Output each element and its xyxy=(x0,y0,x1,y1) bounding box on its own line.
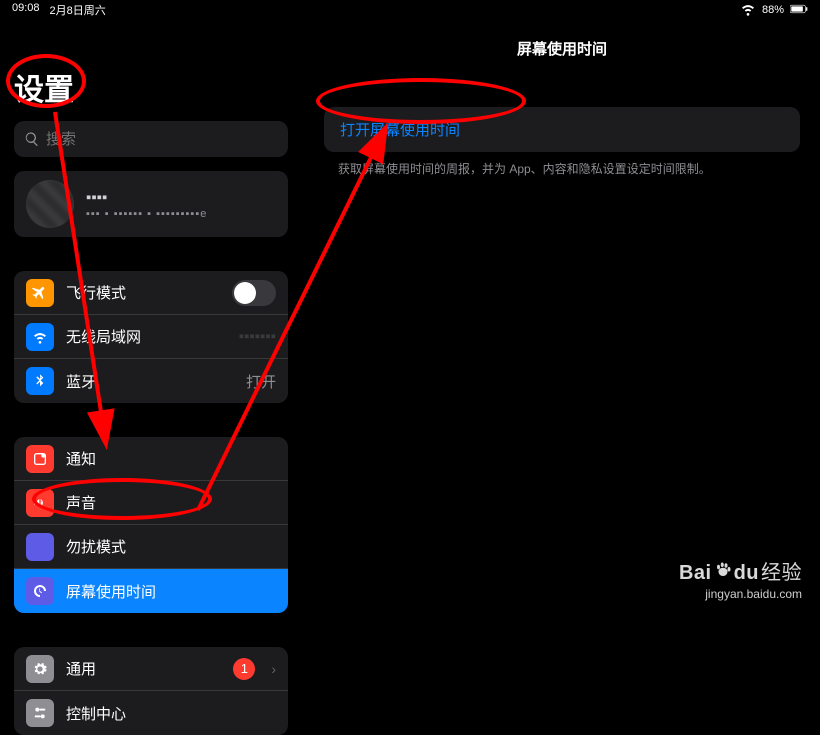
detail-title: 屏幕使用时间 xyxy=(304,20,820,77)
row-bluetooth[interactable]: 蓝牙 打开 xyxy=(14,359,288,403)
account-name: ▪▪▪▪ xyxy=(86,189,207,206)
wifi-settings-icon xyxy=(26,323,54,351)
settings-group-connectivity: 飞行模式 无线局域网 ▪▪▪▪▪▪▪ 蓝牙 打开 xyxy=(14,271,288,403)
row-label: 蓝牙 xyxy=(66,371,234,392)
page-title: 设置 xyxy=(0,20,302,121)
row-dnd[interactable]: 勿扰模式 xyxy=(14,525,288,569)
general-icon xyxy=(26,655,54,683)
row-airplane-mode[interactable]: 飞行模式 xyxy=(14,271,288,315)
status-time: 09:08 xyxy=(12,2,40,18)
account-row[interactable]: ▪▪▪▪ ▪▪▪ ▪ ▪▪▪▪▪▪ ▪ ▪▪▪▪▪▪▪▪▪e xyxy=(14,171,288,237)
watermark: Bai du 经验 jingyan.baidu.com xyxy=(679,556,802,601)
detail-hint: 获取屏幕使用时间的周报，并为 App、内容和隐私设置设定时间限制。 xyxy=(304,160,820,178)
sounds-icon xyxy=(26,489,54,517)
row-label: 屏幕使用时间 xyxy=(66,581,276,602)
row-label: 通知 xyxy=(66,448,276,469)
row-label: 声音 xyxy=(66,492,276,513)
open-screen-time-button[interactable]: 打开屏幕使用时间 xyxy=(324,107,800,152)
badge: 1 xyxy=(233,658,255,680)
settings-group-general: 通用 1 › 控制中心 xyxy=(14,647,288,735)
row-label: 无线局域网 xyxy=(66,326,227,347)
row-sounds[interactable]: 声音 xyxy=(14,481,288,525)
row-label: 飞行模式 xyxy=(66,282,220,303)
row-general[interactable]: 通用 1 › xyxy=(14,647,288,691)
wm-logo-suf: 经验 xyxy=(761,556,802,585)
detail-action-group: 打开屏幕使用时间 xyxy=(324,107,800,152)
search-box[interactable] xyxy=(14,121,288,157)
detail-pane: 屏幕使用时间 打开屏幕使用时间 获取屏幕使用时间的周报，并为 App、内容和隐私… xyxy=(304,20,820,615)
screen-time-icon xyxy=(26,577,54,605)
account-sub: ▪▪▪ ▪ ▪▪▪▪▪▪ ▪ ▪▪▪▪▪▪▪▪▪e xyxy=(86,208,207,220)
row-screen-time[interactable]: 屏幕使用时间 xyxy=(14,569,288,613)
airplane-toggle[interactable] xyxy=(232,280,276,306)
row-wifi[interactable]: 无线局域网 ▪▪▪▪▪▪▪ xyxy=(14,315,288,359)
status-bar: 09:08 2月8日周六 88% xyxy=(0,0,820,20)
row-label: 勿扰模式 xyxy=(66,536,276,557)
avatar xyxy=(26,180,74,228)
row-label: 控制中心 xyxy=(66,703,276,724)
status-date: 2月8日周六 xyxy=(50,2,106,18)
wifi-icon xyxy=(740,1,756,20)
dnd-icon xyxy=(26,533,54,561)
search-icon xyxy=(24,131,40,147)
row-value: ▪▪▪▪▪▪▪ xyxy=(239,328,276,345)
row-notifications[interactable]: 通知 xyxy=(14,437,288,481)
battery-icon xyxy=(790,0,808,21)
settings-group-notifications: 通知 声音 勿扰模式 屏幕使用时间 xyxy=(14,437,288,613)
sidebar: 设置 ▪▪▪▪ ▪▪▪ ▪ ▪▪▪▪▪▪ ▪ ▪▪▪▪▪▪▪▪▪e 飞行模式 无… xyxy=(0,20,302,615)
bluetooth-icon xyxy=(26,367,54,395)
notifications-icon xyxy=(26,445,54,473)
airplane-icon xyxy=(26,279,54,307)
row-control-center[interactable]: 控制中心 xyxy=(14,691,288,735)
row-value: 打开 xyxy=(246,371,276,392)
wm-url: jingyan.baidu.com xyxy=(679,587,802,601)
row-label: 通用 xyxy=(66,658,221,679)
wm-logo-pre: Bai xyxy=(679,562,712,585)
wm-logo-mid: du xyxy=(734,562,759,585)
chevron-icon: › xyxy=(271,661,276,677)
paw-icon xyxy=(714,561,732,579)
battery-percent: 88% xyxy=(762,4,784,16)
search-input[interactable] xyxy=(46,131,278,148)
control-center-icon xyxy=(26,699,54,727)
